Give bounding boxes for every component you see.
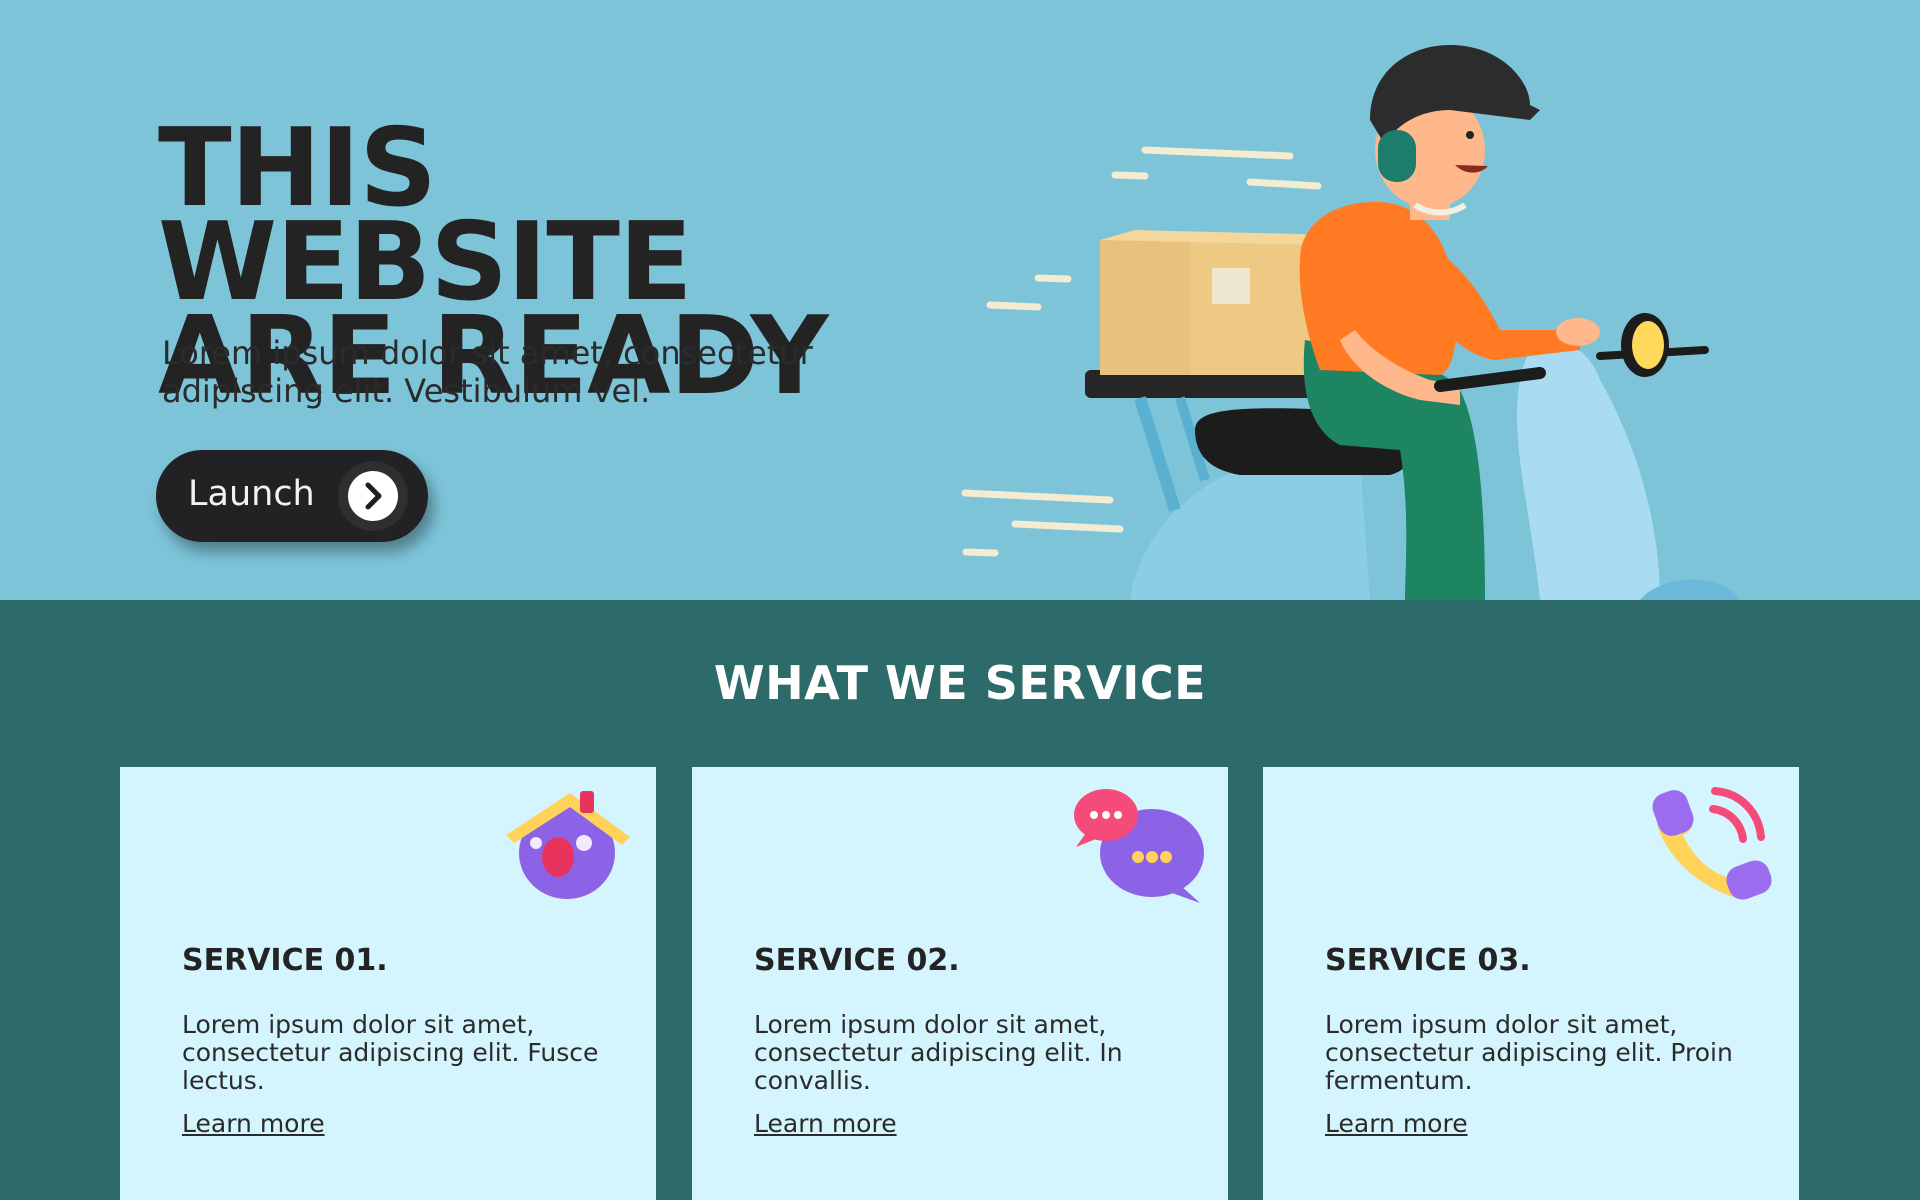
chevron-right-icon: [348, 471, 398, 521]
services-title: WHAT WE SERVICE: [713, 656, 1207, 710]
service-card-1: SERVICE 01. Lorem ipsum dolor sit amet, …: [120, 767, 656, 1200]
service-card-heading: SERVICE 02.: [754, 943, 960, 978]
phone-call-icon: [1652, 787, 1772, 900]
hero-title-line-1: THIS WEBSITE: [158, 106, 693, 325]
learn-more-link[interactable]: Learn more: [1325, 1109, 1468, 1138]
launch-button-label: Launch: [188, 474, 315, 514]
learn-more-link[interactable]: Learn more: [182, 1109, 325, 1138]
service-card-body: Lorem ipsum dolor sit amet, consectetur …: [182, 1010, 599, 1095]
learn-more-link[interactable]: Learn more: [754, 1109, 897, 1138]
hero-subtitle: Lorem ipsum dolor sit amet, consectetur …: [162, 334, 813, 410]
service-card-heading: SERVICE 03.: [1325, 943, 1531, 978]
chat-bubbles-icon: [1074, 789, 1204, 903]
launch-button[interactable]: Launch: [156, 450, 428, 542]
service-card-body: Lorem ipsum dolor sit amet, consectetur …: [1325, 1010, 1733, 1095]
home-icon: [506, 791, 630, 899]
hero-section: THIS WEBSITE ARE READY Lorem ipsum dolor…: [0, 0, 1920, 600]
service-card-body: Lorem ipsum dolor sit amet, consectetur …: [754, 1010, 1123, 1095]
delivery-scooter-rider-icon: [961, 45, 1740, 600]
service-card-2: SERVICE 02. Lorem ipsum dolor sit amet, …: [692, 767, 1228, 1200]
service-card-heading: SERVICE 01.: [182, 943, 388, 978]
service-card-3: SERVICE 03. Lorem ipsum dolor sit amet, …: [1263, 767, 1799, 1200]
